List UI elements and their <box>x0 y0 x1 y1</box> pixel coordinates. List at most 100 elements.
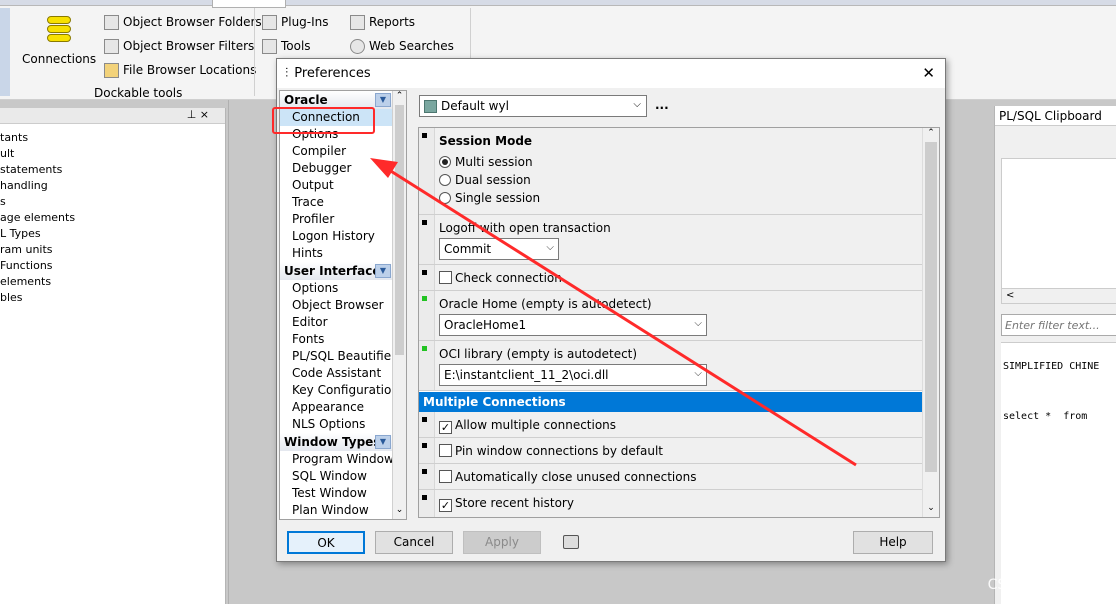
globe-icon <box>350 38 365 54</box>
auto-close-checkbox[interactable]: Automatically close unused connections <box>439 470 696 484</box>
allow-multiple-section: ✓ Allow multiple connections <box>419 412 922 438</box>
nav-scrollbar[interactable]: ⌃ ⌄ <box>392 91 406 519</box>
tree-item[interactable]: Functions <box>0 258 225 274</box>
nav-item[interactable]: Trace <box>280 194 393 211</box>
nav-group-ui[interactable]: User Interface ▼ <box>280 262 393 280</box>
oracle-home-select[interactable]: OracleHome1 ⌵ <box>439 314 707 336</box>
nav-scroll-thumb[interactable] <box>395 105 404 355</box>
tree-item[interactable]: L Types <box>0 226 225 242</box>
nav-item[interactable]: Test Window <box>280 485 393 502</box>
apply-button[interactable]: Apply <box>463 531 541 554</box>
oci-library-section: OCI library (empty is autodetect) E:\ins… <box>419 341 922 391</box>
clipboard-list[interactable] <box>1001 158 1116 298</box>
dockable-tools-group-label: Dockable tools <box>94 86 183 100</box>
tree-item[interactable]: tants <box>0 130 225 146</box>
session-mode-section: Session Mode Multi session Dual session … <box>419 128 922 215</box>
tree-item[interactable]: ult <box>0 146 225 162</box>
nav-item[interactable]: Fonts <box>280 331 393 348</box>
nav-group-label: Window Types <box>284 435 381 449</box>
close-icon[interactable]: ✕ <box>922 64 935 82</box>
cancel-button[interactable]: Cancel <box>375 531 453 554</box>
nav-item[interactable]: NLS Options <box>280 416 393 433</box>
profile-select[interactable]: Default wyl ⌵ <box>419 95 647 117</box>
scroll-down-icon[interactable]: ⌄ <box>923 503 939 517</box>
file-browser-locations-button[interactable]: File Browser Locations <box>104 60 256 80</box>
tree-item[interactable]: age elements <box>0 210 225 226</box>
nav-item[interactable]: Profiler <box>280 211 393 228</box>
preferences-content: Default wyl ⌵ ... Session Mode Multi ses… <box>415 90 943 520</box>
ribbon-divider <box>254 8 255 96</box>
nav-item[interactable]: Logon History <box>280 228 393 245</box>
nav-item[interactable]: Key Configuration <box>280 382 399 399</box>
allow-multiple-checkbox[interactable]: ✓ Allow multiple connections <box>439 418 616 434</box>
plugin-icon <box>262 14 277 30</box>
nav-item[interactable]: Editor <box>280 314 393 331</box>
tools-button[interactable]: Tools <box>262 36 342 56</box>
multiple-connections-header: Multiple Connections <box>419 392 922 412</box>
object-browser-filters-button[interactable]: Object Browser Filters <box>104 36 255 56</box>
tree-item[interactable]: handling <box>0 178 225 194</box>
oci-library-select[interactable]: E:\instantclient_11_2\oci.dll ⌵ <box>439 364 707 386</box>
plugins-button[interactable]: Plug-Ins <box>262 12 342 32</box>
check-connection-section: Check connection <box>419 265 922 291</box>
tree-item[interactable]: s <box>0 194 225 210</box>
nav-item[interactable]: Object Browser <box>280 297 393 314</box>
help-button[interactable]: Help <box>853 531 933 554</box>
filter-icon <box>104 38 119 54</box>
collapse-icon[interactable]: ▼ <box>375 93 391 107</box>
nav-item[interactable]: Appearance <box>280 399 393 416</box>
tree-item[interactable]: elements <box>0 274 225 290</box>
nav-item[interactable]: Hints <box>280 245 393 262</box>
property-scrollbar[interactable]: ⌃ ⌄ <box>922 128 939 517</box>
nav-item[interactable]: Debugger <box>280 160 393 177</box>
tree-item[interactable]: ram units <box>0 242 225 258</box>
radio-single-session[interactable]: Single session <box>439 191 540 205</box>
filter-input[interactable] <box>1001 314 1116 336</box>
object-browser-filters-label: Object Browser Filters <box>123 39 255 53</box>
cube-icon <box>424 99 437 113</box>
nav-item[interactable]: PL/SQL Beautifier <box>280 348 396 365</box>
nav-item[interactable]: Options <box>280 280 393 297</box>
tab-configure[interactable] <box>212 0 286 8</box>
collapse-icon[interactable]: ▼ <box>375 435 391 449</box>
clipboard-code-line-2: select * from <box>1003 411 1088 422</box>
nav-item[interactable]: Program Window <box>280 451 394 468</box>
radio-multi-session[interactable]: Multi session <box>439 155 533 169</box>
scroll-up-icon[interactable]: ⌃ <box>923 128 939 142</box>
clipboard-hscrollbar[interactable]: < <box>1001 288 1116 304</box>
tree-item[interactable]: bles <box>0 290 225 306</box>
pin-icon[interactable]: ⊥ × <box>187 108 209 121</box>
object-browser-folders-button[interactable]: Object Browser Folders <box>104 12 262 32</box>
scroll-down-icon[interactable]: ⌄ <box>393 505 406 519</box>
tree-item[interactable]: statements <box>0 162 225 178</box>
property-scroll-thumb[interactable] <box>925 142 937 472</box>
watermark: CSDN @三思微糖 <box>987 577 1102 593</box>
pin-window-checkbox[interactable]: Pin window connections by default <box>439 444 663 458</box>
logoff-select[interactable]: Commit ⌵ <box>439 238 559 260</box>
report-icon <box>350 14 365 30</box>
nav-group-window[interactable]: Window Types ▼ <box>280 433 393 451</box>
store-history-checkbox[interactable]: ✓ Store recent history <box>439 496 574 512</box>
scroll-up-icon[interactable]: ⌃ <box>393 91 406 105</box>
reports-button[interactable]: Reports <box>350 12 460 32</box>
radio-dual-session[interactable]: Dual session <box>439 173 531 187</box>
profile-more-button[interactable]: ... <box>655 98 669 112</box>
check-connection-checkbox[interactable]: Check connection <box>439 271 562 285</box>
pin-settings-icon[interactable] <box>563 535 579 549</box>
reports-label: Reports <box>369 15 416 29</box>
web-searches-button[interactable]: Web Searches <box>350 36 460 56</box>
chevron-down-icon: ⌵ <box>694 318 702 329</box>
connections-button[interactable]: Connections <box>22 14 96 70</box>
nav-item[interactable]: SQL Window <box>280 468 393 485</box>
collapse-icon[interactable]: ▼ <box>375 264 391 278</box>
nav-item[interactable]: Compiler <box>280 143 393 160</box>
nav-item[interactable]: Plan Window <box>280 502 393 519</box>
ok-button[interactable]: OK <box>287 531 365 554</box>
nav-item[interactable]: Output <box>280 177 393 194</box>
oci-library-label: OCI library (empty is autodetect) <box>439 347 638 361</box>
nav-item[interactable]: Code Assistant <box>280 365 393 382</box>
auto-close-section: Automatically close unused connections <box>419 464 922 490</box>
plugins-label: Plug-Ins <box>281 15 329 29</box>
clipboard-code-line-1: SIMPLIFIED CHINE <box>1003 361 1100 372</box>
logoff-label: Logoff with open transaction <box>439 221 611 235</box>
